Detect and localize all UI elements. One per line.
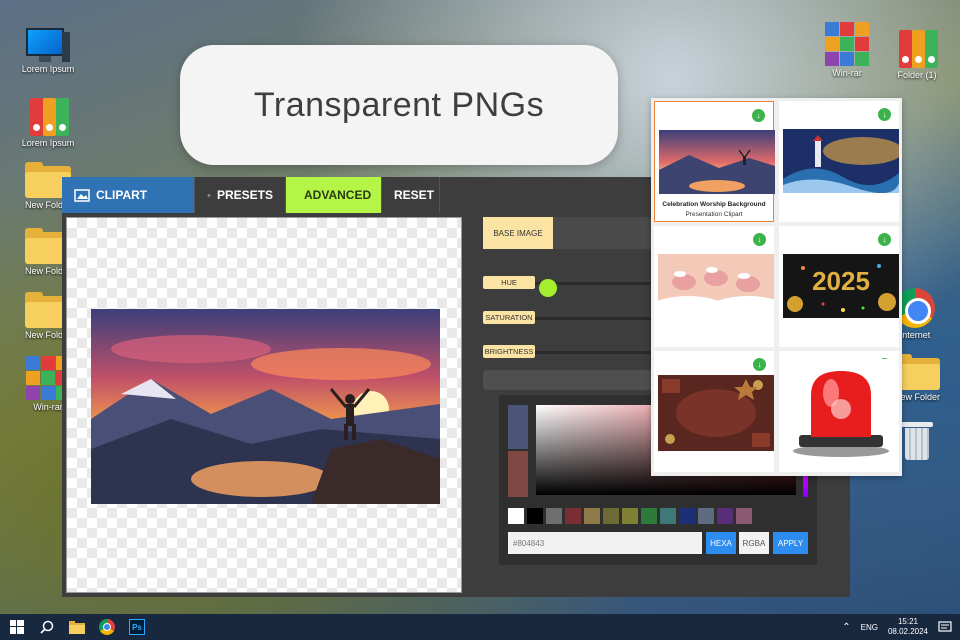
clock-date: 08.02.2024	[887, 627, 928, 636]
advanced-label: ADVANCED	[304, 188, 372, 202]
desktop-icon-winrar[interactable]: Win-rar	[812, 22, 882, 78]
computer-icon	[26, 28, 70, 62]
taskbar-explorer[interactable]	[62, 614, 92, 640]
binders-icon	[26, 96, 70, 136]
color-swatch[interactable]	[679, 508, 695, 524]
photoshop-icon: Ps	[129, 619, 145, 635]
brightness-label: BRIGHTNESS	[483, 345, 535, 358]
download-icon[interactable]: ↓	[753, 233, 766, 246]
recycle-bin-icon	[901, 422, 933, 460]
taskbar: Ps ⌃ ENG 15:21 08.02.2024	[0, 614, 960, 640]
clock[interactable]: 15:21 08.02.2024	[888, 617, 928, 637]
gallery-item-subtitle: Presentation Clipart	[685, 211, 743, 218]
photoshop-label: Ps	[132, 622, 142, 632]
presets-button[interactable]: PRESETS	[195, 177, 286, 213]
clipart-button[interactable]: CLIPART	[62, 177, 195, 213]
gallery-item[interactable]: ↓	[654, 226, 774, 347]
current-color-swatch	[508, 451, 528, 497]
color-swatch[interactable]	[508, 508, 524, 524]
system-tray: ⌃ ENG 15:21 08.02.2024	[842, 614, 952, 640]
apply-button[interactable]: APPLY	[773, 532, 808, 554]
hexa-button[interactable]: HEXA	[706, 532, 736, 554]
desktop-icon-computer[interactable]: Lorem Ipsum	[13, 28, 83, 74]
download-icon[interactable]: ↓	[878, 108, 891, 121]
color-swatch[interactable]	[660, 508, 676, 524]
chevron-up-icon[interactable]: ⌃	[842, 622, 850, 633]
clipart-label: CLIPART	[96, 188, 148, 202]
previous-color-swatch	[508, 405, 528, 449]
language-indicator[interactable]: ENG	[861, 623, 878, 632]
desktop-icon-label: Win-rar	[832, 68, 862, 78]
reset-label: RESET	[394, 188, 435, 202]
image-icon	[74, 188, 90, 202]
year-label: 2025	[812, 266, 870, 296]
saturation-label: SATURATION	[483, 311, 535, 324]
color-swatch[interactable]	[603, 508, 619, 524]
desktop-icon-label: Lorem Ipsum	[21, 138, 75, 148]
color-swatch[interactable]	[546, 508, 562, 524]
windows-icon	[10, 620, 24, 634]
christmas-frame-thumb	[658, 375, 774, 451]
color-swatch[interactable]	[736, 508, 752, 524]
clipart-gallery: ↓ Celebration Worship Background Present…	[651, 98, 902, 476]
flying-pigs-thumb	[658, 254, 774, 318]
gallery-item-title: Celebration Worship Background	[662, 201, 766, 208]
rgba-button[interactable]: RGBA	[739, 532, 769, 554]
lighthouse-thumb	[783, 129, 899, 193]
gallery-item[interactable]: ↓	[779, 351, 899, 472]
hue-label: HUE	[483, 276, 535, 289]
search-button[interactable]	[32, 614, 62, 640]
search-icon	[40, 620, 54, 634]
presets-label: PRESETS	[216, 188, 273, 202]
advanced-button[interactable]: ADVANCED	[286, 177, 382, 213]
color-swatch[interactable]	[641, 508, 657, 524]
preset-swatches	[508, 508, 752, 524]
desktop-icon-label: Folder (1)	[897, 70, 937, 80]
taskbar-chrome[interactable]	[92, 614, 122, 640]
gallery-item[interactable]: ↓ 2025	[779, 226, 899, 347]
download-icon[interactable]: ↓	[878, 233, 891, 246]
winrar-icon	[825, 22, 869, 66]
hue-knob[interactable]	[539, 279, 557, 297]
gallery-item[interactable]: ↓	[654, 351, 774, 472]
gear-icon	[207, 193, 211, 197]
chrome-icon	[99, 619, 115, 635]
color-swatch[interactable]	[565, 508, 581, 524]
color-swatch[interactable]	[527, 508, 543, 524]
notification-icon[interactable]	[938, 621, 952, 633]
tab-base-image[interactable]: BASE IMAGE	[483, 217, 553, 249]
hex-input[interactable]	[508, 532, 702, 554]
desktop-icon-binders[interactable]: Lorem Ipsum	[13, 96, 83, 148]
bubble-title: Transparent PNGs	[253, 85, 545, 124]
fireworks-thumb: 2025	[783, 254, 899, 318]
red-siren-thumb	[783, 359, 899, 459]
gallery-item[interactable]: ↓	[779, 101, 899, 222]
desktop-icon-binders[interactable]: Folder (1)	[882, 28, 952, 80]
binders-icon	[895, 28, 939, 68]
color-swatch[interactable]	[698, 508, 714, 524]
taskbar-photoshop[interactable]: Ps	[122, 614, 152, 640]
folder-icon	[69, 620, 85, 634]
color-swatch[interactable]	[622, 508, 638, 524]
sunset-mountain-image	[91, 309, 440, 504]
transparent-canvas[interactable]	[66, 217, 462, 593]
desktop-icon-label: Lorem Ipsum	[21, 64, 75, 74]
reset-button[interactable]: RESET	[382, 177, 440, 213]
gallery-item[interactable]: ↓ Celebration Worship Background Present…	[654, 101, 775, 222]
clock-time: 15:21	[897, 617, 918, 626]
color-swatch[interactable]	[584, 508, 600, 524]
title-bubble: Transparent PNGs	[180, 45, 618, 165]
start-button[interactable]	[2, 614, 32, 640]
sunset-mountain-thumb	[659, 130, 775, 194]
color-swatch[interactable]	[717, 508, 733, 524]
download-icon[interactable]: ↓	[752, 109, 765, 122]
editor-toolbar: CLIPART PRESETS ADVANCED RESET	[62, 177, 440, 213]
download-icon[interactable]: ↓	[753, 358, 766, 371]
